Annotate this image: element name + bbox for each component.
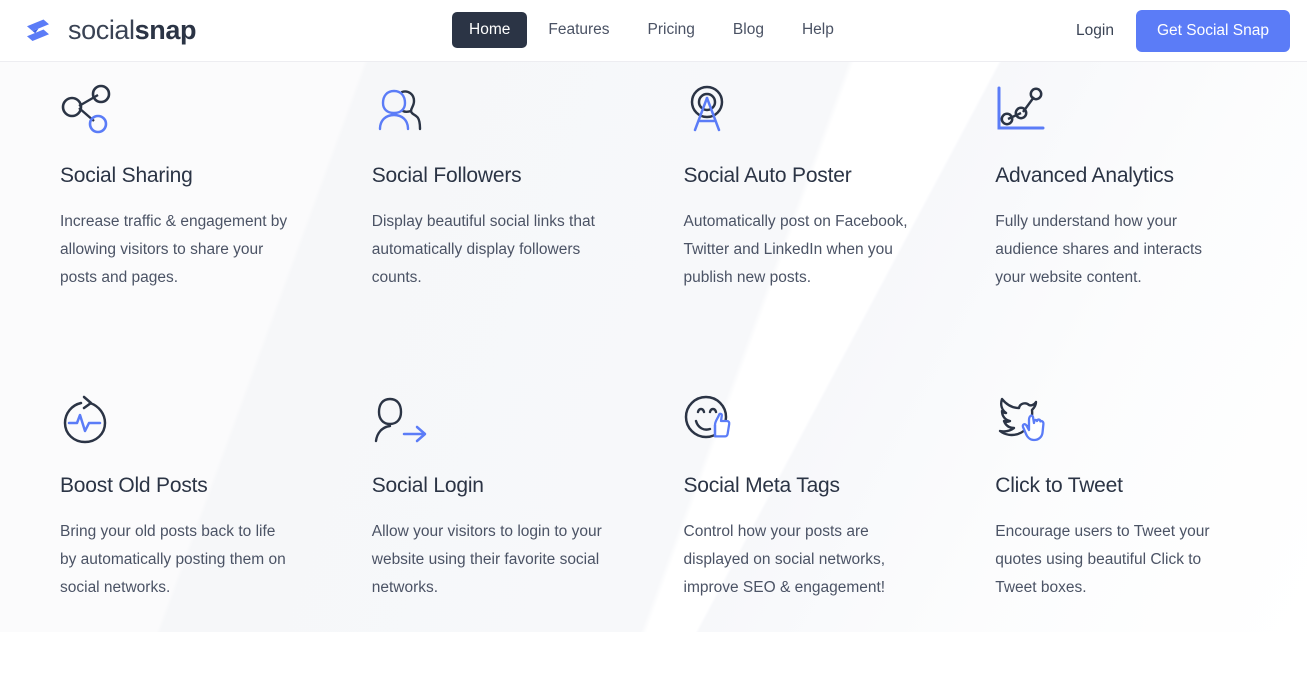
feature-title: Click to Tweet: [995, 474, 1123, 497]
feature-card-boost-old-posts: Boost Old Posts Bring your old posts bac…: [30, 372, 342, 682]
broadcast-tower-icon: [684, 78, 936, 134]
header-actions: Login Get Social Snap: [1076, 0, 1290, 62]
site-header: socialsnap Home Features Pricing Blog He…: [0, 0, 1307, 62]
nav-item-pricing[interactable]: Pricing: [631, 12, 712, 48]
login-link[interactable]: Login: [1076, 22, 1114, 40]
nav-item-blog[interactable]: Blog: [716, 12, 781, 48]
feature-title: Social Meta Tags: [683, 474, 841, 497]
feature-description: Control how your posts are displayed on …: [683, 523, 886, 596]
feature-description: Bring your old posts back to life by aut…: [60, 523, 286, 596]
feature-description: Display beautiful social links that auto…: [371, 213, 595, 286]
line-chart-icon: [995, 78, 1247, 134]
feature-title: Advanced Analytics: [995, 164, 1174, 187]
nav-item-features[interactable]: Features: [531, 12, 626, 48]
socialsnap-logo-icon: [21, 14, 55, 48]
smiley-thumbsup-icon: [684, 388, 936, 444]
brand-logo[interactable]: socialsnap: [21, 14, 196, 48]
get-social-snap-button[interactable]: Get Social Snap: [1135, 10, 1290, 52]
person-arrow-icon: [372, 388, 624, 444]
feature-card-social-followers: Social Followers Display beautiful socia…: [342, 62, 654, 372]
features-grid: Social Sharing Increase traffic & engage…: [0, 62, 1307, 682]
feature-title: Social Sharing: [60, 164, 193, 187]
feature-description: Increase traffic & engagement by allowin…: [60, 213, 288, 286]
feature-card-advanced-analytics: Advanced Analytics Fully understand how …: [965, 62, 1277, 372]
feature-card-social-auto-poster: Social Auto Poster Automatically post on…: [654, 62, 966, 372]
feature-card-social-meta-tags: Social Meta Tags Control how your posts …: [654, 372, 966, 682]
feature-title: Boost Old Posts: [60, 474, 208, 497]
feature-title: Social Auto Poster: [683, 164, 852, 187]
two-people-icon: [372, 78, 624, 134]
feature-card-click-to-tweet: Click to Tweet Encourage users to Tweet …: [965, 372, 1277, 682]
brand-name: socialsnap: [68, 15, 196, 46]
nav-item-home[interactable]: Home: [452, 12, 528, 48]
refresh-pulse-icon: [60, 388, 312, 444]
feature-description: Allow your visitors to login to your web…: [371, 523, 602, 596]
feature-title: Social Login: [371, 474, 484, 497]
brand-name-bold: snap: [134, 15, 197, 45]
feature-description: Automatically post on Facebook, Twitter …: [683, 213, 908, 286]
nav-item-help[interactable]: Help: [785, 12, 851, 48]
feature-description: Encourage users to Tweet your quotes usi…: [995, 523, 1210, 596]
twitter-bird-click-icon: [995, 388, 1247, 444]
page-root: socialsnap Home Features Pricing Blog He…: [0, 0, 1307, 632]
feature-title: Social Followers: [371, 164, 522, 187]
feature-card-social-login: Social Login Allow your visitors to logi…: [342, 372, 654, 682]
main-navigation: Home Features Pricing Blog Help: [452, 12, 851, 48]
feature-description: Fully understand how your audience share…: [995, 213, 1203, 286]
brand-name-light: social: [68, 15, 135, 45]
share-nodes-icon: [60, 78, 312, 134]
feature-card-social-sharing: Social Sharing Increase traffic & engage…: [30, 62, 342, 372]
